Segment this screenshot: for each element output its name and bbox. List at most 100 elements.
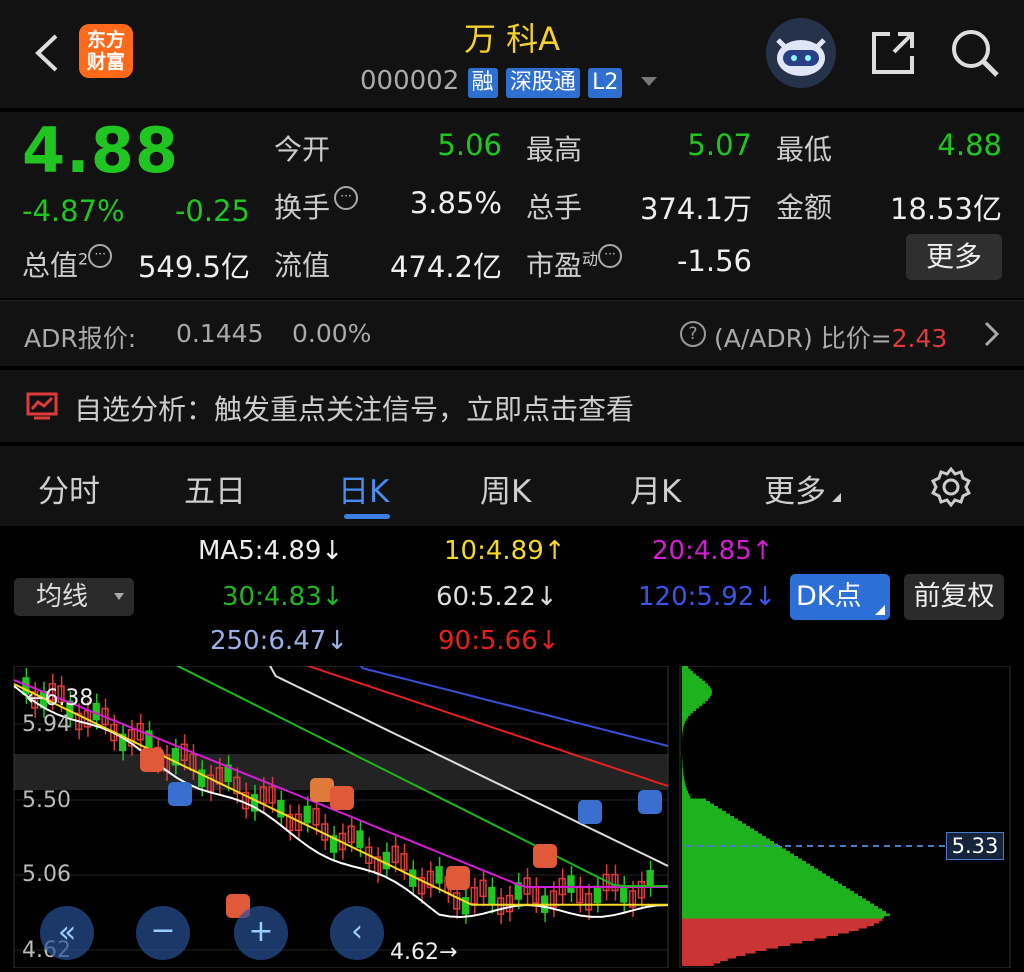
open-label: 今开	[274, 128, 330, 168]
volume-profile-bar	[682, 714, 690, 717]
volume-profile-bar	[682, 874, 826, 877]
ma-indicator-panel: MA5:4.89↓ 10:4.89↑ 20:4.85↑ 均线 30:4.83↓ …	[0, 528, 1024, 666]
volume-profile-bar	[682, 929, 859, 932]
volume-profile-bar	[682, 826, 750, 829]
float-label: 流值	[274, 244, 330, 284]
volume-profile-bar	[682, 706, 699, 709]
zoom-in-button[interactable]: +	[234, 906, 288, 960]
volume-profile-bar	[682, 959, 728, 962]
scroll-left-fast-button[interactable]: «	[40, 906, 94, 960]
scroll-left-button[interactable]: ‹	[330, 906, 384, 960]
volume-profile-bar	[682, 786, 686, 789]
signal-marker	[330, 786, 354, 810]
ma250-value: 250:6.47↓	[210, 626, 348, 656]
volume-profile-bar	[682, 921, 879, 924]
tab-weekly-k[interactable]: 周K	[480, 466, 531, 511]
more-button[interactable]: 更多	[906, 234, 1002, 280]
adr-row[interactable]: ADR报价: 0.1445 0.00% ? (A/ADR) 比价=2.43	[0, 300, 1024, 366]
tab-daily-k[interactable]: 日K	[338, 466, 389, 511]
ma20-value: 20:4.85↑	[652, 536, 774, 566]
volume-profile-bar	[682, 916, 884, 919]
adr-price: 0.1445	[176, 319, 263, 348]
info-icon[interactable]: ···	[334, 186, 358, 210]
candle-body	[304, 806, 310, 822]
stock-title: 万 科A	[400, 14, 624, 60]
volume-profile-bar	[682, 704, 702, 707]
volume-profile-bar	[682, 851, 790, 854]
ma90-value: 90:5.66↓	[438, 626, 560, 656]
zoom-out-button[interactable]: −	[136, 906, 190, 960]
volume-label: 总手	[526, 186, 582, 226]
info-icon[interactable]: ···	[88, 244, 112, 268]
corner-triangle-icon	[832, 493, 841, 502]
volume-profile-bar	[682, 886, 846, 889]
volume-profile-bar	[682, 801, 710, 804]
amount-label: 金额	[776, 186, 832, 226]
dk-point-button[interactable]: DK点	[790, 574, 890, 620]
volume-profile-bar	[682, 944, 790, 947]
volume-profile-bar	[682, 776, 684, 779]
volume-profile-bar	[682, 724, 684, 727]
volume-profile-bar	[682, 856, 798, 859]
volume-profile-bar	[682, 701, 705, 704]
turnover-value: 3.85%	[380, 186, 502, 220]
volume-profile-bar	[682, 769, 683, 772]
ma-select[interactable]: 均线	[14, 578, 134, 616]
volume-profile-bar	[682, 869, 818, 872]
volume-profile-bar	[682, 804, 714, 807]
volume-profile-bar	[682, 964, 714, 967]
change-amount: -0.25	[150, 194, 250, 228]
volume-profile-bar	[682, 854, 794, 857]
volume-profile-bar	[682, 914, 890, 917]
volume-profile-bar	[682, 919, 882, 922]
back-icon[interactable]	[30, 30, 64, 76]
low-label: 最低	[776, 128, 832, 168]
pe-value: -1.56	[640, 244, 752, 278]
signal-banner[interactable]: 自选分析：触发重点关注信号，立即点击查看	[0, 370, 1024, 442]
tag-connect: 深股通	[506, 68, 580, 98]
volume-profile-bar	[682, 771, 683, 774]
volume-profile-bar	[682, 866, 814, 869]
volume-profile-bar	[682, 949, 766, 952]
settings-gear-icon[interactable]	[930, 466, 972, 512]
search-icon[interactable]	[948, 26, 1002, 80]
tag-l2: L2	[588, 68, 622, 98]
adjust-price-button[interactable]: 前复权	[904, 574, 1004, 620]
volume-profile-bar	[682, 681, 705, 684]
volume-profile-bar	[682, 951, 756, 954]
volume-profile-bar	[682, 689, 712, 692]
volume-profile-bar	[682, 946, 778, 949]
volume-profile-bar	[682, 834, 762, 837]
candle-body	[568, 876, 574, 892]
share-icon[interactable]	[868, 28, 918, 78]
adr-ratio: (A/ADR) 比价=2.43	[714, 319, 947, 355]
volume-profile-bar	[682, 709, 696, 712]
candle-body	[594, 886, 600, 902]
tab-five-day[interactable]: 五日	[184, 466, 246, 511]
volume-profile-bar	[682, 766, 683, 769]
volume-profile-bar	[682, 806, 718, 809]
signal-marker	[533, 844, 557, 868]
tag-margin: 融	[468, 68, 498, 98]
volume-profile-bar	[682, 789, 687, 792]
tab-intraday[interactable]: 分时	[38, 466, 100, 511]
info-icon[interactable]: ···	[598, 244, 622, 268]
stock-code: 000002	[360, 66, 459, 96]
volume-profile-bar	[682, 934, 838, 937]
volume-profile-bar	[682, 731, 683, 734]
ma5-value: MA5:4.89↓	[198, 536, 343, 566]
tab-monthly-k[interactable]: 月K	[630, 466, 681, 511]
volume-profile-bar	[682, 891, 854, 894]
chevron-right-icon	[982, 319, 1002, 353]
help-icon[interactable]: ?	[680, 321, 706, 347]
change-percent: -4.87%	[22, 194, 125, 228]
volume-profile-bar	[682, 711, 693, 714]
signal-marker	[446, 866, 470, 890]
ma30-value: 30:4.83↓	[222, 582, 344, 612]
robot-avatar-icon[interactable]	[766, 18, 836, 88]
volume-profile-bar	[682, 821, 742, 824]
volume-profile-bar	[682, 829, 754, 832]
tab-more[interactable]: 更多	[764, 466, 841, 511]
total-value-label: 总值2···	[22, 244, 112, 284]
stock-code-row[interactable]: 000002 融 深股通 L2	[360, 66, 657, 98]
